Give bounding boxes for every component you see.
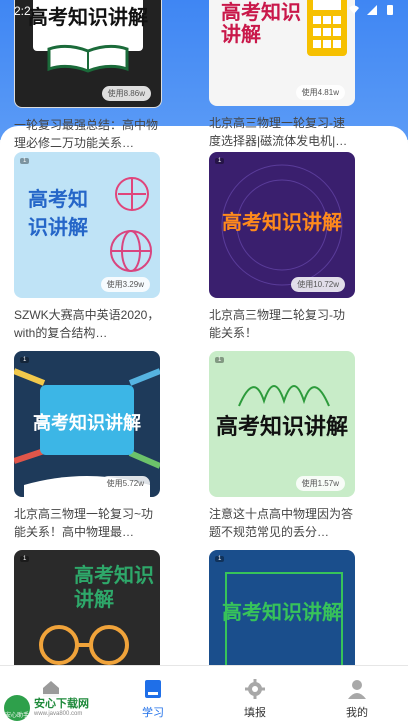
- thumbnail-title: 高考知识讲解: [215, 414, 348, 439]
- course-card[interactable]: 1 高考知识讲解 使用5.72w 北京高三物理一轮复习~功能关系！高中物理最…: [14, 351, 160, 541]
- battery-icon: [387, 5, 393, 15]
- usage-badge: 使用8.86w: [101, 86, 151, 101]
- course-title[interactable]: 北京高三物理二轮复习-功能关系！: [209, 306, 355, 342]
- nav-tab-study[interactable]: 学习: [102, 666, 204, 726]
- course-card[interactable]: 1 高考知识讲解 使用3.29w SZWK大赛高中英语2020，with的复合结…: [14, 152, 160, 342]
- tag-label: 1: [215, 556, 225, 562]
- thumbnail-title: 高考知识讲解: [74, 565, 154, 611]
- course-card[interactable]: 高考知识讲解 使用8.86w 一轮复习最强总结：高中物理必修二万功能关系…: [14, 0, 162, 152]
- nav-tab-profile[interactable]: 我的: [306, 666, 408, 726]
- course-title[interactable]: 一轮复习最强总结：高中物理必修二万功能关系…: [14, 116, 160, 152]
- nav-label-profile: 我的: [346, 707, 368, 719]
- usage-badge: 使用1.57w: [295, 476, 345, 491]
- status-bar: 2:2: [0, 0, 408, 22]
- usage-badge: 使用10.72w: [291, 277, 345, 292]
- course-title[interactable]: 注意这十点高中物理因为答题不规范常见的丢分…: [209, 505, 355, 541]
- course-card[interactable]: 1 高考知识讲解: [209, 550, 355, 665]
- usage-badge: 使用4.81w: [295, 85, 345, 100]
- status-time: 2:2: [14, 4, 31, 18]
- course-title[interactable]: SZWK大赛高中英语2020，with的复合结构…: [14, 306, 160, 342]
- thumbnail-title: 高考知识讲解: [222, 602, 342, 624]
- thumbnail-title: 高考知识讲解: [28, 189, 88, 239]
- thumbnail-title: 高考知识讲解: [222, 212, 342, 234]
- thumbnail-title: 高考知识讲解: [33, 413, 141, 433]
- status-icons: [348, 4, 396, 16]
- course-thumbnail[interactable]: 1 高考知识讲解 使用5.72w: [14, 351, 160, 497]
- course-thumbnail[interactable]: 1 高考知识讲解: [14, 550, 160, 665]
- course-card[interactable]: 高考知识讲解 使用4.81w 北京高三物理一轮复习-速度选择器|磁流体发电机|…: [209, 0, 355, 150]
- tag-label: 1: [20, 556, 30, 562]
- course-thumbnail[interactable]: 1 高考知识讲解 使用1.57w: [209, 351, 355, 497]
- watermark-title: 安心下载网: [34, 698, 89, 710]
- person-icon: [348, 680, 366, 699]
- nav-label-apply: 填报: [244, 707, 266, 719]
- nav-label-study: 学习: [142, 707, 164, 719]
- watermark-logo-text: 安心助手: [4, 713, 29, 719]
- tag-label: 1: [20, 158, 30, 164]
- course-title[interactable]: 北京高三物理一轮复习~功能关系！高中物理最…: [14, 505, 160, 541]
- watermark-text: 安心下载网 www.java800.com: [34, 698, 89, 718]
- glasses-icon: [39, 625, 129, 665]
- watermark-logo: 安心助手 安心下载网 www.java800.com: [2, 694, 106, 722]
- usage-badge: 使用5.72w: [100, 476, 150, 491]
- course-thumbnail[interactable]: 1 高考知识讲解: [209, 550, 355, 665]
- globe-icon: [110, 230, 152, 272]
- course-title[interactable]: 北京高三物理一轮复习-速度选择器|磁流体发电机|…: [209, 114, 355, 150]
- watermark-url: www.java800.com: [34, 711, 83, 717]
- usage-badge: 使用3.29w: [100, 277, 150, 292]
- nav-tab-apply[interactable]: 填报: [204, 666, 306, 726]
- gear-icon: [245, 679, 265, 699]
- book-icon: [145, 680, 161, 698]
- course-thumbnail[interactable]: 1 高考知识讲解 使用3.29w: [14, 152, 160, 298]
- course-card[interactable]: 1 高考知识讲解: [14, 550, 160, 665]
- signal-icon: [367, 5, 377, 15]
- course-thumbnail[interactable]: 1 高考知识讲解 使用10.72w: [209, 152, 355, 298]
- wifi-icon: [349, 5, 359, 14]
- content-area[interactable]: 高考知识讲解 使用8.86w 一轮复习最强总结：高中物理必修二万功能关系… 高考…: [0, 0, 408, 665]
- decorative-circle-icon: [115, 177, 149, 211]
- course-card[interactable]: 1 高考知识讲解 使用1.57w 注意这十点高中物理因为答题不规范常见的丢分…: [209, 351, 355, 541]
- watermark-logo-icon: 安心助手: [4, 695, 30, 721]
- course-card[interactable]: 1 高考知识讲解 使用10.72w 北京高三物理二轮复习-功能关系！: [209, 152, 355, 342]
- open-book-icon: [47, 44, 129, 73]
